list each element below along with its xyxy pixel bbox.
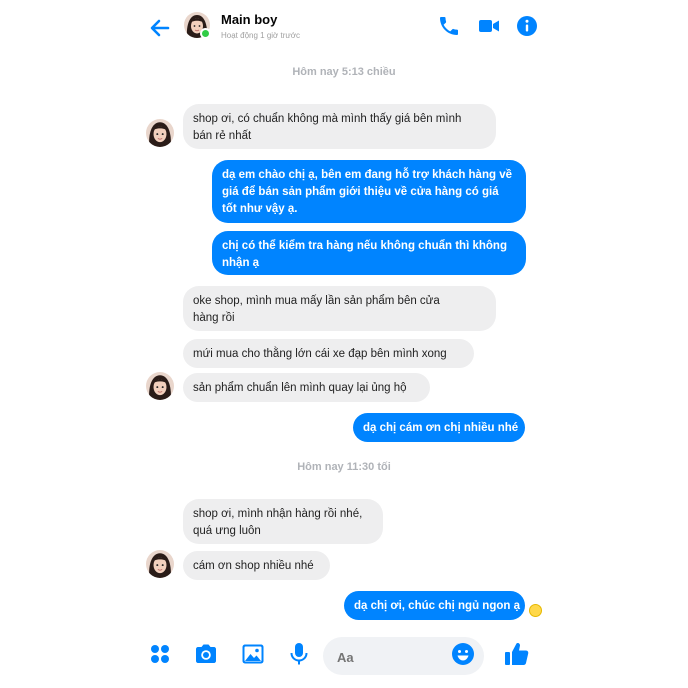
chat-header: Main boy Hoạt động 1 giờ trước <box>0 0 688 54</box>
image-icon[interactable] <box>240 641 266 667</box>
outgoing-message[interactable]: chị có thể kiểm tra hàng nếu không chuẩn… <box>212 231 526 275</box>
incoming-message[interactable]: oke shop, mình mua mấy lần sản phẩm bên … <box>183 286 496 331</box>
camera-icon[interactable] <box>193 641 219 667</box>
outgoing-message[interactable]: dạ em chào chị ạ, bên em đang hỗ trợ khá… <box>212 160 526 223</box>
timestamp: Hôm nay 11:30 tối <box>297 461 391 473</box>
seen-emoji-icon <box>529 604 542 617</box>
timestamp: Hôm nay 5:13 chiều <box>292 66 396 78</box>
avatar[interactable] <box>146 372 174 400</box>
contact-name[interactable]: Main boy <box>221 12 277 27</box>
phone-icon[interactable] <box>437 14 461 38</box>
avatar[interactable] <box>146 119 174 147</box>
incoming-message[interactable]: cám ơn shop nhiều nhé <box>183 551 330 580</box>
incoming-message[interactable]: sản phẩm chuẩn lên mình quay lại ủng hộ <box>183 373 430 402</box>
incoming-message[interactable]: mứi mua cho thằng lớn cái xe đạp bên mìn… <box>183 339 474 368</box>
info-icon[interactable] <box>515 14 539 38</box>
thumbs-up-icon[interactable] <box>503 640 531 668</box>
outgoing-message[interactable]: dạ chị cám ơn chị nhiều nhé <box>353 413 525 442</box>
incoming-message[interactable]: shop ơi, mình nhận hàng rồi nhé, quá ưng… <box>183 499 383 544</box>
microphone-icon[interactable] <box>286 641 312 667</box>
outgoing-message[interactable]: dạ chị ơi, chúc chị ngủ ngon ạ <box>344 591 525 620</box>
emoji-icon[interactable] <box>450 641 476 667</box>
active-status: Hoạt động 1 giờ trước <box>221 31 300 40</box>
video-icon[interactable] <box>477 14 501 38</box>
online-status-dot <box>200 28 211 39</box>
incoming-message[interactable]: shop ơi, có chuẩn không mà mình thấy giá… <box>183 104 496 149</box>
message-input[interactable] <box>337 650 437 665</box>
apps-icon[interactable] <box>147 641 173 667</box>
back-arrow-icon[interactable] <box>146 14 174 42</box>
avatar[interactable] <box>146 550 174 578</box>
